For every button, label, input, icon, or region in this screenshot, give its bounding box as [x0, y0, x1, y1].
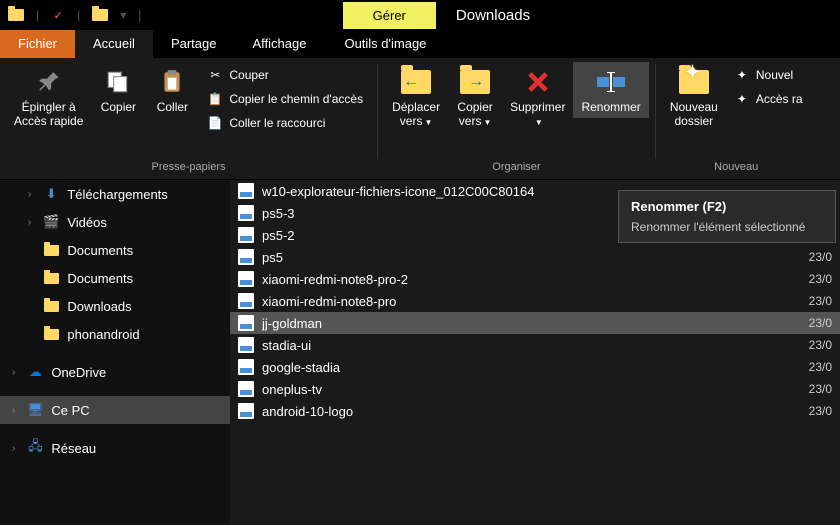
rename-icon: [595, 66, 627, 98]
sidebar-item-téléchargements[interactable]: ›⬇Téléchargements: [0, 180, 230, 208]
quick-access-toolbar: | ✓ | ▾ |: [0, 8, 149, 22]
window-title: Downloads: [436, 7, 550, 24]
folder-icon: [43, 326, 59, 342]
new-item-button[interactable]: ✦ Nouvel: [730, 64, 807, 86]
rename-button[interactable]: Renommer: [573, 62, 648, 118]
ribbon-group-new: ✦ Nouveau dossier ✦ Nouvel ✦ Accès ra No…: [656, 58, 817, 179]
copy-path-button[interactable]: 📋 Copier le chemin d'accès: [203, 88, 367, 110]
sidebar-item-onedrive[interactable]: ›☁OneDrive: [0, 358, 230, 386]
file-row[interactable]: android-10-logo23/0: [230, 400, 840, 422]
image-file-icon: [238, 403, 254, 419]
paste-icon: [156, 66, 188, 98]
path-icon: 📋: [207, 91, 223, 107]
delete-button[interactable]: Supprimer▼: [502, 62, 573, 133]
copy-to-button[interactable]: → Copier vers▼: [448, 62, 502, 133]
pin-button[interactable]: Épingler à Accès rapide: [6, 62, 91, 133]
folder-icon: [43, 270, 59, 286]
paste-button[interactable]: Coller: [145, 62, 199, 118]
sidebar-item-phonandroid[interactable]: ›phonandroid: [0, 320, 230, 348]
easy-access-button[interactable]: ✦ Accès ra: [730, 88, 807, 110]
rename-tooltip: Renommer (F2) Renommer l'élément sélecti…: [618, 190, 836, 243]
clipboard-small-list: ✂ Couper 📋 Copier le chemin d'accès 📄 Co…: [199, 62, 371, 136]
image-file-icon: [238, 315, 254, 331]
image-file-icon: [238, 183, 254, 199]
file-row[interactable]: ps523/0: [230, 246, 840, 268]
sidebar-item-ce-pc[interactable]: ›🖥Ce PC: [0, 396, 230, 424]
onedrive-icon: ☁: [27, 364, 43, 380]
tab-view[interactable]: Affichage: [234, 30, 324, 58]
easy-access-icon: ✦: [734, 91, 750, 107]
image-file-icon: [238, 293, 254, 309]
paste-shortcut-button[interactable]: 📄 Coller le raccourci: [203, 112, 367, 134]
image-file-icon: [238, 381, 254, 397]
shortcut-icon: 📄: [207, 115, 223, 131]
image-file-icon: [238, 271, 254, 287]
copy-to-icon: →: [459, 66, 491, 98]
pin-icon: [33, 66, 65, 98]
new-item-icon: ✦: [734, 67, 750, 83]
tab-home[interactable]: Accueil: [75, 30, 153, 58]
sidebar-item-vidéos[interactable]: ›🎬Vidéos: [0, 208, 230, 236]
tab-file[interactable]: Fichier: [0, 30, 75, 58]
new-folder-button[interactable]: ✦ Nouveau dossier: [662, 62, 726, 133]
file-row[interactable]: xiaomi-redmi-note8-pro23/0: [230, 290, 840, 312]
file-row[interactable]: xiaomi-redmi-note8-pro-223/0: [230, 268, 840, 290]
move-to-icon: ←: [400, 66, 432, 98]
sidebar-item-réseau[interactable]: ›🖧Réseau: [0, 434, 230, 462]
image-file-icon: [238, 337, 254, 353]
network-icon: 🖧: [27, 440, 43, 456]
ribbon-group-organize: ← Déplacer vers▼ → Copier vers▼ Supprime…: [378, 58, 655, 179]
sidebar-item-documents[interactable]: ›Documents: [0, 236, 230, 264]
copy-button[interactable]: Copier: [91, 62, 145, 118]
ribbon-tabs: Fichier Accueil Partage Affichage Outils…: [0, 30, 840, 58]
scissors-icon: ✂: [207, 67, 223, 83]
titlebar: | ✓ | ▾ | Gérer Downloads: [0, 0, 840, 30]
folder-icon[interactable]: [92, 9, 108, 21]
manage-tab[interactable]: Gérer: [343, 2, 436, 29]
image-file-icon: [238, 359, 254, 375]
image-file-icon: [238, 249, 254, 265]
check-icon[interactable]: ✓: [51, 8, 65, 22]
tab-share[interactable]: Partage: [153, 30, 235, 58]
cut-button[interactable]: ✂ Couper: [203, 64, 367, 86]
image-file-icon: [238, 227, 254, 243]
ribbon: Épingler à Accès rapide Copier Coller ✂ …: [0, 58, 840, 180]
pc-icon: 🖥: [27, 402, 43, 418]
file-row[interactable]: google-stadia23/0: [230, 356, 840, 378]
sidebar-item-documents[interactable]: ›Documents: [0, 264, 230, 292]
video-icon: 🎬: [43, 214, 59, 230]
delete-icon: [522, 66, 554, 98]
tab-image-tools[interactable]: Outils d'image: [324, 30, 446, 58]
move-to-button[interactable]: ← Déplacer vers▼: [384, 62, 448, 133]
image-file-icon: [238, 205, 254, 221]
folder-icon: [43, 298, 59, 314]
sidebar-item-downloads[interactable]: ›Downloads: [0, 292, 230, 320]
ribbon-group-clipboard: Épingler à Accès rapide Copier Coller ✂ …: [0, 58, 377, 179]
file-row[interactable]: jj-goldman23/0: [230, 312, 840, 334]
new-small-list: ✦ Nouvel ✦ Accès ra: [726, 62, 811, 112]
download-icon: ⬇: [43, 186, 59, 202]
file-row[interactable]: oneplus-tv23/0: [230, 378, 840, 400]
navigation-pane: ›⬇Téléchargements›🎬Vidéos›Documents›Docu…: [0, 180, 230, 525]
file-row[interactable]: stadia-ui23/0: [230, 334, 840, 356]
folder-icon: [43, 242, 59, 258]
new-folder-icon: ✦: [678, 66, 710, 98]
folder-icon[interactable]: [8, 9, 24, 21]
copy-icon: [102, 66, 134, 98]
